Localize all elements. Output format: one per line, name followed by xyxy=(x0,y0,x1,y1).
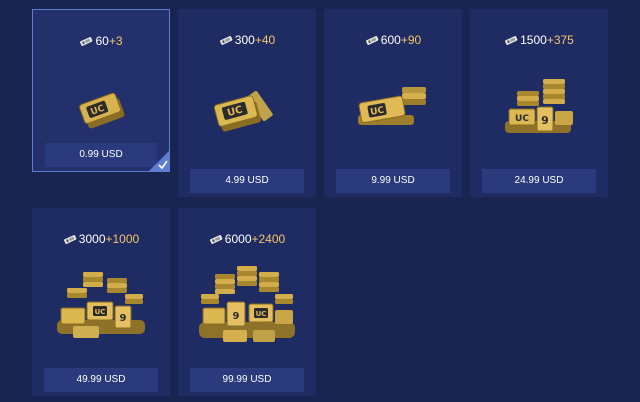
price-button[interactable]: 4.99 USD xyxy=(190,169,304,193)
package-amount: 3000+1000 xyxy=(32,232,170,247)
bonus-amount: +2400 xyxy=(251,232,286,246)
svg-text:UC: UC xyxy=(515,114,529,124)
price-button[interactable]: 24.99 USD xyxy=(482,169,596,193)
price-button[interactable]: 49.99 USD xyxy=(44,368,158,392)
bonus-amount: +1000 xyxy=(105,232,140,246)
svg-text:9: 9 xyxy=(541,114,549,127)
package-amount: 60+3 xyxy=(33,34,169,49)
svg-text:UC: UC xyxy=(95,308,106,316)
price-button[interactable]: 99.99 USD xyxy=(190,368,304,392)
package-card-60[interactable]: 60+3 UC 0.99 USD xyxy=(32,9,170,172)
package-card-3000[interactable]: 3000+1000 UC 9 49.99 USD xyxy=(32,208,170,396)
package-card-300[interactable]: 300+40 UC 4.99 USD xyxy=(178,9,316,197)
uc-coins-image: 9 UC xyxy=(178,260,316,352)
svg-text:UC: UC xyxy=(256,310,267,318)
bonus-amount: +90 xyxy=(400,33,422,47)
bonus-amount: +3 xyxy=(108,34,123,48)
price-button[interactable]: 0.99 USD xyxy=(45,143,157,167)
uc-coins-image: UC 9 xyxy=(32,260,170,352)
base-amount: 60 xyxy=(95,34,109,48)
package-card-1500[interactable]: 1500+375 UC 9 24.99 USD xyxy=(470,9,608,197)
price-button[interactable]: 9.99 USD xyxy=(336,169,450,193)
base-amount: 600 xyxy=(380,33,401,47)
package-amount: 300+40 xyxy=(178,33,316,48)
uc-coins-image: UC xyxy=(178,61,316,153)
package-amount: 1500+375 xyxy=(470,33,608,48)
svg-text:9: 9 xyxy=(120,313,127,324)
svg-text:9: 9 xyxy=(233,311,240,322)
uc-ticket-icon xyxy=(504,34,518,48)
uc-ticket-icon xyxy=(79,35,93,49)
base-amount: 300 xyxy=(234,33,255,47)
base-amount: 3000 xyxy=(78,232,106,246)
package-card-600[interactable]: 600+90 UC 9.99 USD xyxy=(324,9,462,197)
uc-coins-image: UC xyxy=(33,62,169,154)
uc-ticket-icon xyxy=(209,233,223,247)
uc-coins-image: UC xyxy=(324,61,462,153)
base-amount: 1500 xyxy=(520,33,547,47)
package-card-6000[interactable]: 6000+2400 9 UC 99.99 USD xyxy=(178,208,316,396)
uc-ticket-icon xyxy=(63,233,77,247)
base-amount: 6000 xyxy=(224,232,252,246)
uc-ticket-icon xyxy=(365,34,379,48)
package-amount: 600+90 xyxy=(324,33,462,48)
checkmark-icon xyxy=(148,150,170,172)
bonus-amount: +40 xyxy=(254,33,276,47)
package-amount: 6000+2400 xyxy=(178,232,316,247)
bonus-amount: +375 xyxy=(546,33,574,47)
uc-ticket-icon xyxy=(219,34,233,48)
uc-package-grid: 60+3 UC 0.99 USD 300+40 UC 4.99 USD 600+… xyxy=(0,0,640,402)
uc-coins-image: UC 9 xyxy=(470,61,608,153)
